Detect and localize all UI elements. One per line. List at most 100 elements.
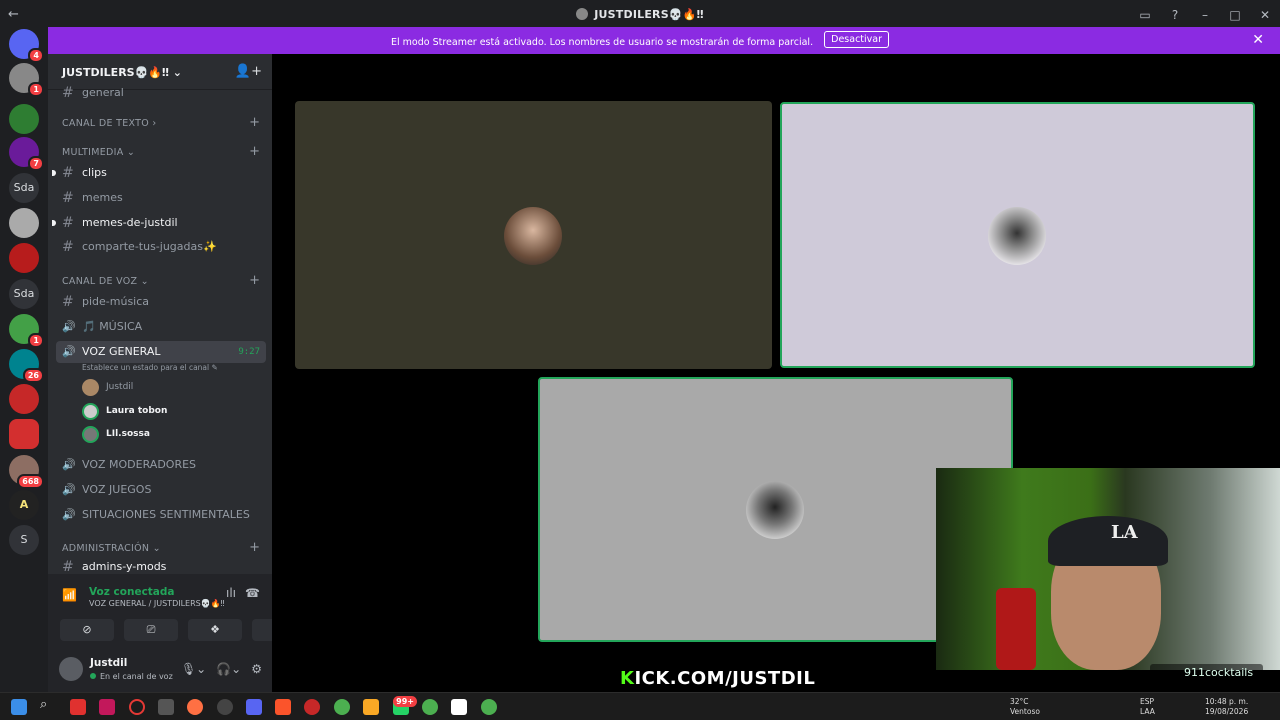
server-icon[interactable] bbox=[9, 419, 39, 449]
app-icon[interactable] bbox=[70, 699, 86, 715]
channel-general[interactable]: # general bbox=[56, 86, 266, 100]
server-icon[interactable]: 26 bbox=[9, 349, 44, 383]
voice-channel-musica[interactable]: 🔊 🎵 MÚSICA bbox=[56, 316, 266, 338]
voice-connected-subtitle[interactable]: VOZ GENERAL / JUSTDILERS💀🔥‼ bbox=[89, 599, 225, 608]
voice-channel-juegos[interactable]: 🔊 VOZ JUEGOS bbox=[56, 479, 266, 501]
chrome-icon[interactable] bbox=[334, 699, 350, 715]
banner-message: El modo Streamer está activado. Los nomb… bbox=[0, 31, 1280, 51]
avatar[interactable] bbox=[59, 657, 83, 681]
soundboard-button[interactable]: ✦ bbox=[252, 619, 272, 641]
avatar bbox=[82, 426, 99, 443]
minimize-icon[interactable]: – bbox=[1190, 8, 1220, 22]
server-icon[interactable]: 1 bbox=[9, 63, 44, 97]
brave-icon[interactable] bbox=[275, 699, 291, 715]
category-voice[interactable]: CANAL DE VOZ ⌄ bbox=[62, 276, 149, 287]
voice-user[interactable]: LIl.sossa bbox=[82, 424, 150, 444]
guild-header[interactable]: JUSTDILERS💀🔥‼ ⌄ 👤+ bbox=[48, 54, 272, 90]
video-tile-speaking[interactable] bbox=[780, 102, 1255, 368]
language-indicator[interactable]: ESP LAA bbox=[1140, 697, 1155, 717]
category-text[interactable]: CANAL DE TEXTO › bbox=[62, 118, 156, 129]
windows-start-icon[interactable] bbox=[11, 699, 27, 715]
voice-channel-moderadores[interactable]: 🔊 VOZ MODERADORES bbox=[56, 454, 266, 476]
window-title: JUSTDILERS💀🔥‼ bbox=[0, 8, 1280, 21]
voice-channel-voz-general[interactable]: 🔊 VOZ GENERAL 9:27 bbox=[56, 341, 266, 363]
camera-off-button[interactable]: ⊘ bbox=[60, 619, 114, 641]
voice-channel-situaciones[interactable]: 🔊 SITUACIONES SENTIMENTALES bbox=[56, 504, 266, 526]
deactivate-button[interactable]: Desactivar bbox=[824, 31, 890, 48]
participant-avatar bbox=[988, 207, 1046, 265]
opera-icon[interactable] bbox=[129, 699, 145, 715]
file-explorer-icon[interactable] bbox=[363, 699, 379, 715]
server-icon[interactable] bbox=[9, 208, 39, 238]
server-icon[interactable]: 7 bbox=[9, 137, 44, 171]
app-icon[interactable] bbox=[304, 699, 320, 715]
channel-label: pide-música bbox=[82, 295, 150, 308]
status-hint-text: Establece un estado para el canal bbox=[82, 363, 210, 372]
inbox-icon[interactable]: ▭ bbox=[1130, 8, 1160, 22]
noise-suppression-icon[interactable]: ılı bbox=[226, 586, 236, 600]
banner-close-icon[interactable]: ✕ bbox=[1252, 32, 1264, 48]
channel-clips[interactable]: # clips bbox=[52, 162, 266, 184]
user-controls: 🎙⌄ 🎧⌄ ⚙ bbox=[181, 662, 262, 676]
server-icon[interactable]: 668 bbox=[9, 455, 44, 489]
category-media[interactable]: MULTIMEDIA ⌄ bbox=[62, 147, 135, 158]
app-icon[interactable] bbox=[217, 699, 233, 715]
channel-label: general bbox=[82, 86, 124, 99]
voice-user[interactable]: Laura tobon bbox=[82, 401, 167, 421]
channel-label: VOZ GENERAL bbox=[82, 345, 161, 358]
weather-widget[interactable]: 32°C Ventoso bbox=[1010, 697, 1040, 717]
video-tile[interactable] bbox=[295, 101, 772, 369]
channel-label: admins-y-mods bbox=[82, 560, 167, 572]
chrome-icon[interactable] bbox=[422, 699, 438, 715]
channel-admins[interactable]: # admins-y-mods bbox=[56, 558, 266, 572]
voice-connected-title[interactable]: Voz conectada bbox=[89, 586, 175, 598]
voice-action-buttons: ⊘ ⎚ ❖ ✦ bbox=[60, 619, 272, 641]
voice-connection-panel: 📶 Voz conectada VOZ GENERAL / JUSTDILERS… bbox=[48, 574, 272, 692]
chrome-icon[interactable] bbox=[481, 699, 497, 715]
microphone-icon[interactable]: 🎙⌄ bbox=[181, 662, 206, 676]
store-icon[interactable] bbox=[158, 699, 174, 715]
channel-pide-musica[interactable]: # pide-música bbox=[56, 291, 266, 313]
home-discord-icon[interactable]: 4 bbox=[9, 29, 44, 63]
activities-button[interactable]: ❖ bbox=[188, 619, 242, 641]
channel-comparte[interactable]: # comparte-tus-jugadas✨ bbox=[56, 236, 266, 258]
whatsapp-icon[interactable]: 99+ bbox=[393, 696, 417, 715]
server-badge: 1 bbox=[28, 333, 44, 348]
maximize-icon[interactable]: □ bbox=[1220, 8, 1250, 22]
server-icon[interactable] bbox=[9, 243, 39, 273]
invite-people-icon[interactable]: 👤+ bbox=[235, 64, 262, 79]
add-channel-icon[interactable]: + bbox=[249, 540, 260, 555]
system-clock[interactable]: 10:48 p. m. 19/08/2026 bbox=[1205, 697, 1248, 717]
server-icon[interactable]: 1 bbox=[9, 314, 44, 348]
screen-share-button[interactable]: ⎚ bbox=[124, 619, 178, 641]
server-icon[interactable]: Sda bbox=[9, 279, 39, 309]
server-icon[interactable] bbox=[9, 104, 39, 134]
add-channel-icon[interactable]: + bbox=[249, 115, 260, 130]
settings-gear-icon[interactable]: ⚙ bbox=[251, 662, 262, 676]
channel-label: memes bbox=[82, 191, 123, 204]
channel-memes[interactable]: # memes bbox=[56, 187, 266, 209]
server-icon[interactable] bbox=[9, 384, 39, 414]
voice-user[interactable]: Justdil bbox=[82, 377, 133, 397]
add-channel-icon[interactable]: + bbox=[249, 273, 260, 288]
category-admin[interactable]: ADMINISTRACIÓN ⌄ bbox=[62, 543, 161, 554]
add-channel-icon[interactable]: + bbox=[249, 144, 260, 159]
server-icon[interactable]: S bbox=[9, 525, 39, 555]
category-label: CANAL DE TEXTO bbox=[62, 118, 150, 129]
discord-icon[interactable] bbox=[246, 699, 262, 715]
server-icon[interactable]: A bbox=[9, 490, 39, 520]
capcut-icon[interactable] bbox=[451, 699, 467, 715]
disconnect-icon[interactable]: ☎ bbox=[245, 586, 260, 600]
server-icon[interactable]: Sda bbox=[9, 173, 39, 203]
headphones-icon[interactable]: 🎧⌄ bbox=[216, 662, 241, 676]
channel-status-hint[interactable]: Establece un estado para el canal ✎ bbox=[82, 363, 218, 372]
close-icon[interactable]: ✕ bbox=[1250, 8, 1280, 22]
signal-icon[interactable]: 📶 bbox=[62, 588, 77, 602]
channel-memes-de-justdil[interactable]: # memes-de-justdil bbox=[52, 212, 266, 234]
firefox-icon[interactable] bbox=[187, 699, 203, 715]
search-icon[interactable]: ⌕ bbox=[40, 697, 56, 713]
help-icon[interactable]: ? bbox=[1160, 8, 1190, 22]
user-name[interactable]: Justdil bbox=[90, 657, 127, 669]
app-icon[interactable] bbox=[99, 699, 115, 715]
server-list: 4 1 7 Sda Sda 1 26 668 A S bbox=[0, 27, 48, 692]
